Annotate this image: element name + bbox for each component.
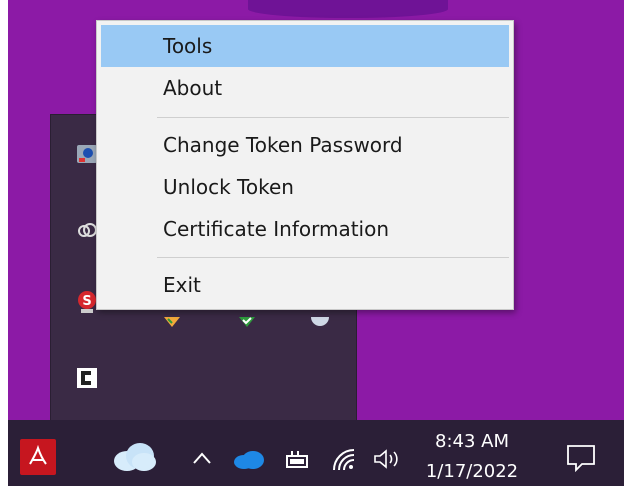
c-app-icon[interactable] — [76, 367, 98, 389]
clock-date: 1/17/2022 — [425, 461, 519, 482]
speaker-icon[interactable] — [372, 447, 402, 475]
menu-item-tools[interactable]: Tools — [101, 25, 509, 67]
menu-item-label: About — [163, 76, 223, 100]
token-app-icon[interactable] — [76, 143, 98, 165]
menu-item-about[interactable]: About — [101, 67, 509, 109]
wifi-icon[interactable] — [332, 448, 358, 476]
wallpaper-glow — [248, 0, 448, 18]
notification-icon[interactable] — [566, 444, 596, 476]
menu-item-label: Exit — [163, 273, 201, 297]
onedrive-icon[interactable] — [232, 450, 266, 474]
menu-item-label: Change Token Password — [163, 133, 403, 157]
menu-item-exit[interactable]: Exit — [101, 264, 509, 306]
shield-check-icon[interactable] — [161, 311, 183, 333]
security-s-icon[interactable]: S — [76, 291, 98, 313]
chevron-up-icon[interactable] — [192, 450, 212, 469]
taskbar: 8:43 AM 1/17/2022 — [8, 420, 624, 486]
menu-item-certificate-information[interactable]: Certificate Information — [101, 208, 509, 250]
menu-separator — [157, 257, 509, 258]
acrobat-icon[interactable] — [20, 439, 56, 475]
menu-item-change-token-password[interactable]: Change Token Password — [101, 124, 509, 166]
clock[interactable]: 8:43 AM 1/17/2022 — [412, 430, 532, 484]
clock-time: 8:43 AM — [435, 431, 509, 452]
menu-item-unlock-token[interactable]: Unlock Token — [101, 166, 509, 208]
creative-cloud-icon[interactable] — [76, 219, 98, 241]
svg-text:S: S — [82, 294, 91, 309]
weather-cloud-icon[interactable] — [112, 442, 158, 476]
menu-item-label: Tools — [163, 34, 213, 58]
shield-check-icon[interactable] — [236, 311, 258, 333]
menu-item-label: Unlock Token — [163, 175, 294, 199]
battery-icon[interactable] — [284, 450, 312, 474]
network-globe-icon[interactable] — [309, 311, 331, 333]
menu-item-label: Certificate Information — [163, 217, 390, 241]
context-menu: Tools About Change Token Password Unlock… — [96, 20, 514, 310]
menu-separator — [157, 117, 509, 118]
